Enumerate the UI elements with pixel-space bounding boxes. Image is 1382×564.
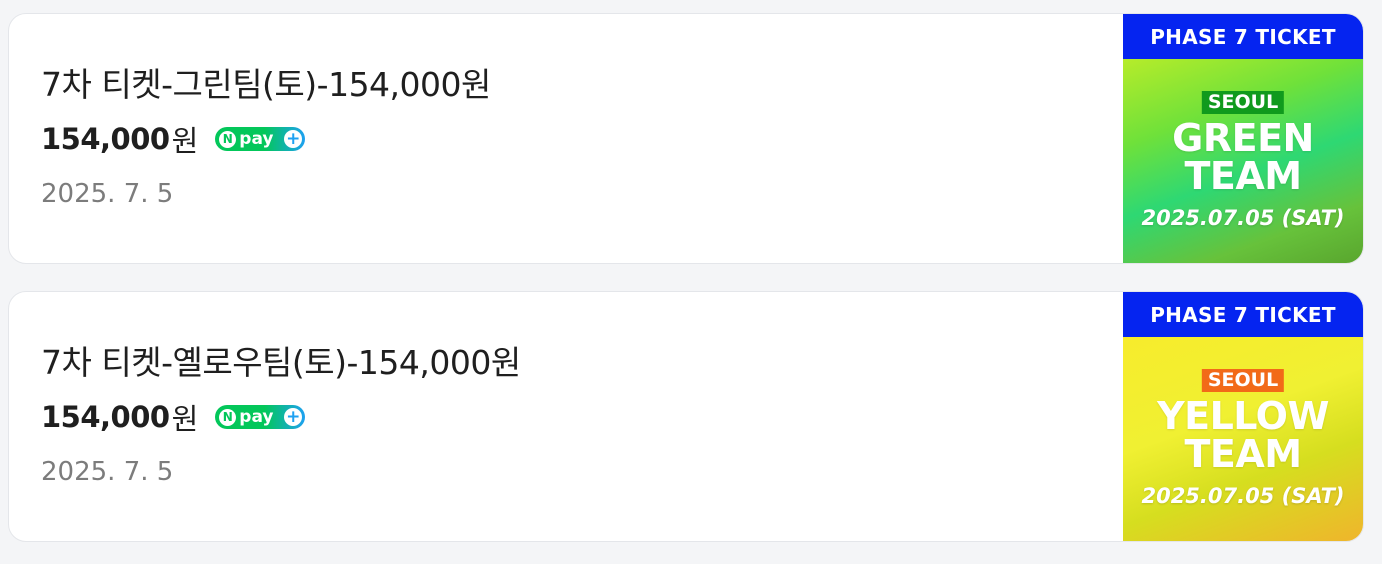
product-date: 2025. 7. 5: [41, 457, 174, 487]
product-price: 154,000: [41, 122, 170, 156]
team-name-line-2: TEAM: [1184, 432, 1302, 476]
team-name-line-1: YELLOW: [1157, 394, 1329, 438]
ticket-phase-header: PHASE 7 TICKET: [1123, 292, 1363, 337]
ticket-city-label: SEOUL: [1201, 91, 1285, 114]
plus-icon: +: [284, 406, 303, 427]
naver-n-icon: N: [219, 408, 237, 426]
ticket-team-name: GREEN TEAM: [1123, 119, 1363, 195]
price-row: 154,000 원 N pay +: [41, 118, 306, 160]
price-unit: 원: [171, 402, 199, 436]
ticket-event-date: 2025.07.05 (SAT): [1141, 206, 1345, 230]
npay-label: pay: [239, 406, 274, 427]
ticket-city-label: SEOUL: [1201, 369, 1285, 392]
product-title[interactable]: 7차 티켓-옐로우팀(토)-154,000원: [41, 336, 521, 384]
ticket-artwork: SEOUL GREEN TEAM 2025.07.05 (SAT): [1123, 59, 1363, 263]
product-price: 154,000: [41, 400, 170, 434]
npay-plus-badge: N pay +: [215, 405, 306, 429]
product-info: 7차 티켓-옐로우팀(토)-154,000원 154,000 원 N pay +…: [41, 292, 1091, 541]
product-card[interactable]: 7차 티켓-그린팀(토)-154,000원 154,000 원 N pay + …: [8, 13, 1364, 264]
ticket-artwork: SEOUL YELLOW TEAM 2025.07.05 (SAT): [1123, 337, 1363, 541]
product-thumbnail[interactable]: PHASE 7 TICKET SEOUL YELLOW TEAM 2025.07…: [1123, 292, 1363, 541]
plus-icon: +: [284, 128, 303, 149]
npay-label: pay: [239, 128, 274, 149]
team-name-line-2: TEAM: [1184, 154, 1302, 198]
npay-plus-badge: N pay +: [215, 127, 306, 151]
team-name-line-1: GREEN: [1172, 116, 1314, 160]
naver-n-icon: N: [219, 130, 237, 148]
product-info: 7차 티켓-그린팀(토)-154,000원 154,000 원 N pay + …: [41, 14, 1091, 263]
price-unit: 원: [171, 124, 199, 158]
ticket-team-name: YELLOW TEAM: [1123, 397, 1363, 473]
product-thumbnail[interactable]: PHASE 7 TICKET SEOUL GREEN TEAM 2025.07.…: [1123, 14, 1363, 263]
ticket-event-date: 2025.07.05 (SAT): [1141, 484, 1345, 508]
product-card[interactable]: 7차 티켓-옐로우팀(토)-154,000원 154,000 원 N pay +…: [8, 291, 1364, 542]
product-date: 2025. 7. 5: [41, 179, 174, 209]
price-row: 154,000 원 N pay +: [41, 396, 306, 438]
product-title[interactable]: 7차 티켓-그린팀(토)-154,000원: [41, 58, 491, 106]
ticket-phase-header: PHASE 7 TICKET: [1123, 14, 1363, 59]
